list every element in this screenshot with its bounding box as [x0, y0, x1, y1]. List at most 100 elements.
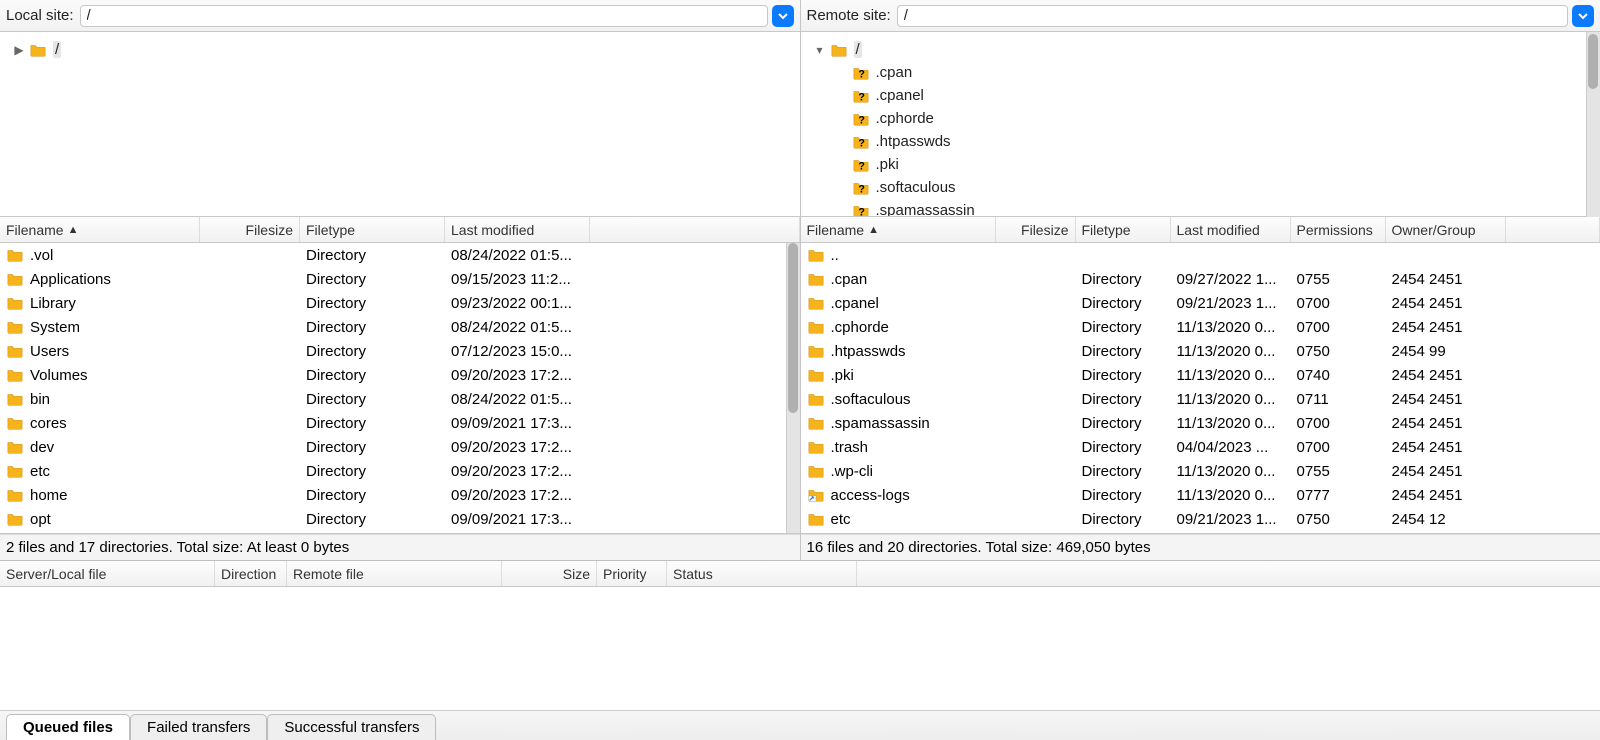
- remote-tree-item[interactable]: .softaculous: [813, 176, 1597, 199]
- file-row[interactable]: etc Directory 09/20/2023 17:2...: [0, 459, 800, 483]
- file-row[interactable]: .cphorde Directory 11/13/2020 0... 0700 …: [801, 315, 1600, 339]
- file-row[interactable]: home Directory 09/20/2023 17:2...: [0, 483, 800, 507]
- remote-summary: 16 files and 20 directories. Total size:…: [801, 534, 1600, 560]
- tree-item-label: .htpasswds: [876, 133, 951, 150]
- chevron-down-icon[interactable]: ▾: [813, 43, 827, 57]
- file-row[interactable]: bin Directory 08/24/2022 01:5...: [0, 387, 800, 411]
- folder-icon: [830, 42, 848, 58]
- folder-icon: [807, 439, 825, 455]
- file-row[interactable]: cores Directory 09/09/2021 17:3...: [0, 411, 800, 435]
- file-row[interactable]: access-logs Directory 11/13/2020 0... 07…: [801, 483, 1600, 507]
- file-row[interactable]: ..: [801, 243, 1600, 267]
- local-rows[interactable]: .vol Directory 08/24/2022 01:5... Applic…: [0, 243, 800, 533]
- file-row[interactable]: etc Directory 09/21/2023 1... 0750 2454 …: [801, 507, 1600, 531]
- folder-icon: [6, 271, 24, 287]
- file-row[interactable]: .cpanel Directory 09/21/2023 1... 0700 2…: [801, 291, 1600, 315]
- file-modified: 09/27/2022 1...: [1171, 271, 1291, 288]
- file-row[interactable]: Library Directory 09/23/2022 00:1...: [0, 291, 800, 315]
- tree-item-label: .cpan: [876, 64, 913, 81]
- remote-tree-item[interactable]: .cpanel: [813, 84, 1597, 107]
- folder-icon: [6, 487, 24, 503]
- file-row[interactable]: .vol Directory 08/24/2022 01:5...: [0, 243, 800, 267]
- file-name: .softaculous: [831, 391, 911, 408]
- queue-col-size[interactable]: Size: [502, 561, 597, 586]
- remote-tree[interactable]: ▾ / .cpan .cpanel .cphorde .htpasswds: [801, 32, 1600, 217]
- file-row[interactable]: .cpan Directory 09/27/2022 1... 0755 245…: [801, 267, 1600, 291]
- local-path-input[interactable]: [80, 5, 768, 27]
- remote-col-filename[interactable]: Filename▲: [801, 217, 996, 242]
- file-modified: 09/09/2021 17:3...: [445, 415, 590, 432]
- folder-icon: [807, 271, 825, 287]
- file-modified: 09/15/2023 11:2...: [445, 271, 590, 288]
- file-row[interactable]: .softaculous Directory 11/13/2020 0... 0…: [801, 387, 1600, 411]
- remote-tree-scrollbar-track[interactable]: [1586, 32, 1600, 217]
- local-path-dropdown[interactable]: [772, 5, 794, 27]
- remote-path-dropdown[interactable]: [1572, 5, 1594, 27]
- local-tree[interactable]: ▶ /: [0, 32, 800, 217]
- local-col-filesize[interactable]: Filesize: [200, 217, 300, 242]
- remote-tree-scrollbar-thumb[interactable]: [1588, 34, 1598, 89]
- file-permissions: 0740: [1291, 367, 1386, 384]
- file-row[interactable]: .trash Directory 04/04/2023 ... 0700 245…: [801, 435, 1600, 459]
- sort-asc-icon: ▲: [68, 224, 79, 236]
- folder-unknown-icon: [852, 88, 870, 104]
- file-row[interactable]: .pki Directory 11/13/2020 0... 0740 2454…: [801, 363, 1600, 387]
- queue-col-status[interactable]: Status: [667, 561, 857, 586]
- remote-tree-item[interactable]: .pki: [813, 153, 1597, 176]
- queue-col-serverfile[interactable]: Server/Local file: [0, 561, 215, 586]
- remote-pane: Remote site: ▾ / .cpan .cpanel .cphorde: [801, 0, 1600, 560]
- remote-tree-item[interactable]: .htpasswds: [813, 130, 1597, 153]
- remote-col-modified[interactable]: Last modified: [1171, 217, 1291, 242]
- file-type: Directory: [300, 319, 445, 336]
- chevron-down-icon: [1577, 10, 1589, 22]
- local-tree-item[interactable]: ▶ /: [12, 38, 796, 61]
- remote-col-permissions[interactable]: Permissions: [1291, 217, 1386, 242]
- remote-tree-item[interactable]: ▾ /: [813, 38, 1597, 61]
- file-row[interactable]: .spamassassin Directory 11/13/2020 0... …: [801, 411, 1600, 435]
- chevron-right-icon[interactable]: ▶: [12, 43, 26, 57]
- remote-rows[interactable]: .. .cpan Directory 09/27/2022 1... 0755 …: [801, 243, 1600, 533]
- file-row[interactable]: opt Directory 09/09/2021 17:3...: [0, 507, 800, 531]
- tab-successful-transfers[interactable]: Successful transfers: [267, 714, 436, 740]
- tab-failed-transfers[interactable]: Failed transfers: [130, 714, 267, 740]
- transfer-queue: Server/Local file Direction Remote file …: [0, 560, 1600, 740]
- file-row[interactable]: Volumes Directory 09/20/2023 17:2...: [0, 363, 800, 387]
- folder-link-icon: [807, 487, 825, 503]
- file-row[interactable]: Users Directory 07/12/2023 15:0...: [0, 339, 800, 363]
- remote-col-owner[interactable]: Owner/Group: [1386, 217, 1506, 242]
- file-row[interactable]: dev Directory 09/20/2023 17:2...: [0, 435, 800, 459]
- remote-tree-item[interactable]: .cpan: [813, 61, 1597, 84]
- remote-tree-item[interactable]: .spamassassin: [813, 199, 1597, 217]
- queue-col-direction[interactable]: Direction: [215, 561, 287, 586]
- file-name: .vol: [30, 247, 53, 264]
- local-list-scrollbar-track[interactable]: [786, 243, 800, 533]
- file-modified: 08/24/2022 01:5...: [445, 391, 590, 408]
- queue-col-priority[interactable]: Priority: [597, 561, 667, 586]
- queue-body[interactable]: [0, 587, 1600, 710]
- remote-col-filetype[interactable]: Filetype: [1076, 217, 1171, 242]
- file-modified: 09/21/2023 1...: [1171, 295, 1291, 312]
- tree-item-label: .cphorde: [876, 110, 934, 127]
- file-owner: 2454 2451: [1386, 391, 1506, 408]
- file-row[interactable]: System Directory 08/24/2022 01:5...: [0, 315, 800, 339]
- remote-path-input[interactable]: [897, 5, 1568, 27]
- file-name: access-logs: [831, 487, 910, 504]
- file-type: Directory: [300, 391, 445, 408]
- remote-col-filesize[interactable]: Filesize: [996, 217, 1076, 242]
- tree-item-label: .spamassassin: [876, 202, 975, 217]
- local-col-filename[interactable]: Filename▲: [0, 217, 200, 242]
- file-row[interactable]: .wp-cli Directory 11/13/2020 0... 0755 2…: [801, 459, 1600, 483]
- file-modified: 11/13/2020 0...: [1171, 367, 1291, 384]
- file-type: Directory: [1076, 415, 1171, 432]
- file-permissions: 0755: [1291, 463, 1386, 480]
- queue-col-remotefile[interactable]: Remote file: [287, 561, 502, 586]
- local-col-modified[interactable]: Last modified: [445, 217, 590, 242]
- file-modified: 04/04/2023 ...: [1171, 439, 1291, 456]
- file-row[interactable]: Applications Directory 09/15/2023 11:2..…: [0, 267, 800, 291]
- file-row[interactable]: .htpasswds Directory 11/13/2020 0... 075…: [801, 339, 1600, 363]
- local-list-scrollbar-thumb[interactable]: [788, 243, 798, 413]
- remote-tree-item[interactable]: .cphorde: [813, 107, 1597, 130]
- local-col-filetype[interactable]: Filetype: [300, 217, 445, 242]
- file-type: Directory: [1076, 391, 1171, 408]
- tab-queued-files[interactable]: Queued files: [6, 714, 130, 740]
